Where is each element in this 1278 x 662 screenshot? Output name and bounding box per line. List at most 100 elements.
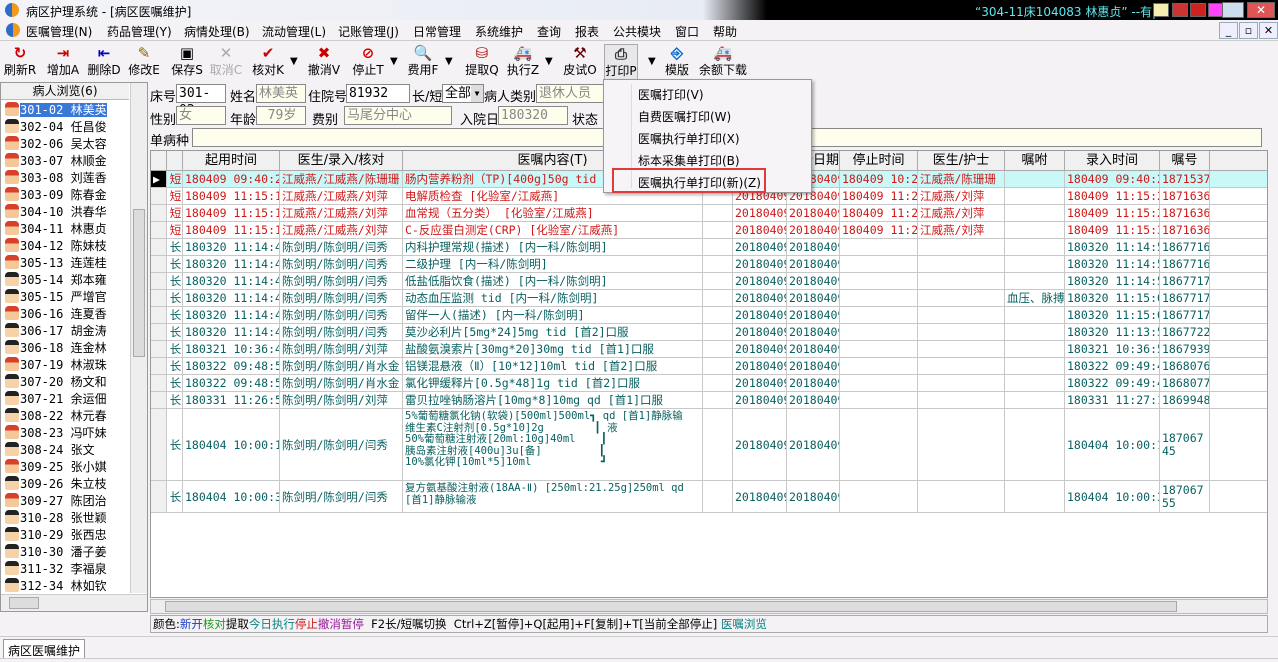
patient-list-item[interactable]: 301-02 林美英 (5, 102, 130, 119)
toolbar-button-2[interactable]: ⇤ 删除D (86, 44, 122, 82)
toolbar-button-4[interactable]: ▣ 保存S (169, 44, 205, 82)
patient-list-item[interactable]: 307-20 杨文和 (5, 374, 130, 391)
table-row[interactable]: 长 180404 10:00:31 陈剑明/陈剑明/闫秀 复方氨基酸注射液(18AA-… (151, 481, 1267, 513)
chevron-down-icon[interactable]: ▼ (545, 56, 553, 67)
row-indicator[interactable] (151, 205, 167, 222)
patient-list-item[interactable]: 305-15 严增官 (5, 289, 130, 306)
row-indicator[interactable] (151, 256, 167, 273)
patient-list-item[interactable]: 306-17 胡金涛 (5, 323, 130, 340)
menu-item-selfpay-print[interactable]: 自费医嘱打印(W) (638, 108, 731, 125)
row-indicator[interactable] (151, 222, 167, 239)
toolbar-button-9[interactable]: 🔍 费用F (405, 44, 441, 82)
row-indicator[interactable]: ▶ (151, 171, 167, 188)
toolbar-button-13[interactable]: ⎙ 打印P (604, 44, 638, 82)
patient-list-item[interactable]: 310-30 潘子姜 (5, 544, 130, 561)
patient-list-item[interactable]: 304-11 林惠贞 (5, 221, 130, 238)
patient-list-item[interactable]: 306-18 连金林 (5, 340, 130, 357)
patient-list-item[interactable]: 305-14 郑本雍 (5, 272, 130, 289)
table-row[interactable]: 短 180409 11:15:16 江威燕/江威燕/刘萍 血常规（五分类） [化验室/… (151, 205, 1267, 222)
menu-window[interactable]: 窗口 (675, 23, 699, 40)
row-indicator[interactable] (151, 273, 167, 290)
toolbar-button-12[interactable]: ⚒ 皮试O (563, 44, 597, 82)
chevron-down-icon[interactable]: ▼ (648, 56, 656, 67)
menu-orders[interactable]: 医嘱管理(N) (26, 23, 92, 40)
column-header-start-time[interactable]: 起用时间 (183, 151, 280, 171)
patient-list-item[interactable]: 309-25 张小娸 (5, 459, 130, 476)
menu-item-order-print[interactable]: 医嘱打印(V) (638, 86, 704, 103)
patient-list-item[interactable]: 308-24 张文 (5, 442, 130, 459)
toolbar-button-7[interactable]: ✖ 撤消V (307, 44, 341, 82)
column-header-instruction[interactable]: 嘱咐 (1005, 151, 1065, 171)
patient-list-item[interactable]: 304-10 洪春华 (5, 204, 130, 221)
sex-field[interactable]: 女 (176, 106, 226, 125)
patient-list-item[interactable]: 302-04 任昌俊 (5, 119, 130, 136)
restore-window-button[interactable] (1222, 2, 1244, 18)
toolbar-button-0[interactable]: ↻ 刷新R (3, 44, 37, 82)
toolbar-button-14[interactable]: ⎆ 模版 (662, 44, 692, 82)
patient-list-scrollbar[interactable] (130, 83, 147, 593)
toolbar-button-8[interactable]: ⊘ 停止T (350, 44, 386, 82)
patient-list-item[interactable]: 312-34 林如钦 (5, 578, 130, 595)
column-header-order-no[interactable]: 嘱号 (1160, 151, 1210, 171)
mdi-close-button[interactable]: ✕ (1259, 22, 1278, 39)
patient-list-hscrollbar[interactable] (1, 594, 147, 611)
exit-tray-icon[interactable] (1190, 3, 1206, 17)
row-indicator[interactable] (151, 481, 167, 513)
chevron-down-icon[interactable]: ▼ (390, 56, 398, 67)
menu-drugs[interactable]: 药品管理(Y) (107, 23, 172, 40)
table-row[interactable]: 长 180321 10:36:42 陈剑明/陈剑明/刘萍 盐酸氨溴索片[30mg*20… (151, 341, 1267, 358)
menu-report[interactable]: 报表 (575, 23, 599, 40)
patient-list-item[interactable]: 303-07 林顺金 (5, 153, 130, 170)
toolbar-button-15[interactable]: 🚑 余额下载 (697, 44, 749, 82)
table-row[interactable]: 长 180331 11:26:52 陈剑明/陈剑明/刘萍 雷贝拉唑钠肠溶片[10mg*… (151, 392, 1267, 409)
inpatient-field[interactable]: 81932 (346, 84, 410, 103)
close-window-button[interactable]: ✕ (1247, 2, 1275, 18)
menu-accounting[interactable]: 记账管理(J) (338, 23, 399, 40)
table-row[interactable]: 长 180320 11:14:45 陈剑明/陈剑明/闫秀 留伴一人(描述) [内一科/… (151, 307, 1267, 324)
table-row[interactable]: 长 180322 09:48:52 陈剑明/陈剑明/肖水金 铝镁混悬液（Ⅱ）[10*1… (151, 358, 1267, 375)
row-indicator[interactable] (151, 239, 167, 256)
patient-list-item[interactable]: 302-06 吴太容 (5, 136, 130, 153)
fee-field[interactable]: 马尾分中心 (344, 106, 452, 125)
patient-list-item[interactable]: 306-16 连夏香 (5, 306, 130, 323)
mdi-minimize-button[interactable]: _ (1219, 22, 1238, 39)
row-indicator[interactable] (151, 307, 167, 324)
row-indicator[interactable] (151, 409, 167, 481)
menu-mobile[interactable]: 流动管理(L) (262, 23, 326, 40)
patient-list-item[interactable]: 308-23 冯吓妹 (5, 425, 130, 442)
table-row[interactable]: 长 180320 11:14:45 陈剑明/陈剑明/闫秀 莫沙必利片[5mg*24]5… (151, 324, 1267, 341)
toolbar-button-10[interactable]: ⛁ 提取Q (465, 44, 499, 82)
menu-item-specimen-print[interactable]: 标本采集单打印(B) (638, 152, 740, 169)
toolbar-button-5[interactable]: ✕ 取消C (209, 44, 243, 82)
row-indicator[interactable] (151, 324, 167, 341)
table-row[interactable]: 长 180320 11:14:45 陈剑明/陈剑明/闫秀 二级护理 [内一科/陈剑明]… (151, 256, 1267, 273)
table-row[interactable]: 长 180320 11:14:45 陈剑明/陈剑明/闫秀 动态血压监测 tid [内一… (151, 290, 1267, 307)
menu-system[interactable]: 系统维护 (475, 23, 523, 40)
patient-list-item[interactable]: 309-27 陈团治 (5, 493, 130, 510)
row-indicator[interactable] (151, 392, 167, 409)
toolbar-button-6[interactable]: ✔ 核对K (250, 44, 286, 82)
toolbar-button-1[interactable]: ⇥ 增加A (45, 44, 81, 82)
name-field[interactable]: 林美英 (256, 84, 306, 103)
menu-daily[interactable]: 日常管理 (413, 23, 461, 40)
column-header-stop-time[interactable]: 停止时间 (840, 151, 918, 171)
toolbar-button-3[interactable]: ✎ 修改E (126, 44, 162, 82)
patient-list-item[interactable]: 307-19 林淑珠 (5, 357, 130, 374)
age-field[interactable]: 79岁 (256, 106, 306, 125)
toolbar-button-11[interactable]: 🚑 执行Z (505, 44, 541, 82)
admit-field[interactable]: 180320 (498, 106, 568, 125)
row-indicator[interactable] (151, 188, 167, 205)
grid-hscrollbar[interactable] (150, 599, 1268, 614)
patient-list-item[interactable]: 303-08 刘莲香 (5, 170, 130, 187)
column-header-doctor[interactable]: 医生/录入/核对 (280, 151, 403, 171)
column-header-type[interactable] (167, 151, 183, 171)
patient-list-item[interactable]: 305-13 连莲桂 (5, 255, 130, 272)
scroll-thumb[interactable] (133, 209, 145, 357)
table-row[interactable]: 短 180409 11:15:16 江威燕/江威燕/刘萍 C-反应蛋白测定(CRP) … (151, 222, 1267, 239)
row-indicator[interactable] (151, 341, 167, 358)
table-row[interactable]: 长 180322 09:48:52 陈剑明/陈剑明/肖水金 氯化钾缓释片[0.5g*4… (151, 375, 1267, 392)
column-header-entry-time[interactable]: 录入时间 (1065, 151, 1160, 171)
menu-item-exec-print[interactable]: 医嘱执行单打印(X) (638, 130, 740, 147)
column-header-doctor-nurse[interactable]: 医生/护士 (918, 151, 1005, 171)
mdi-restore-button[interactable]: ▫ (1239, 22, 1258, 39)
